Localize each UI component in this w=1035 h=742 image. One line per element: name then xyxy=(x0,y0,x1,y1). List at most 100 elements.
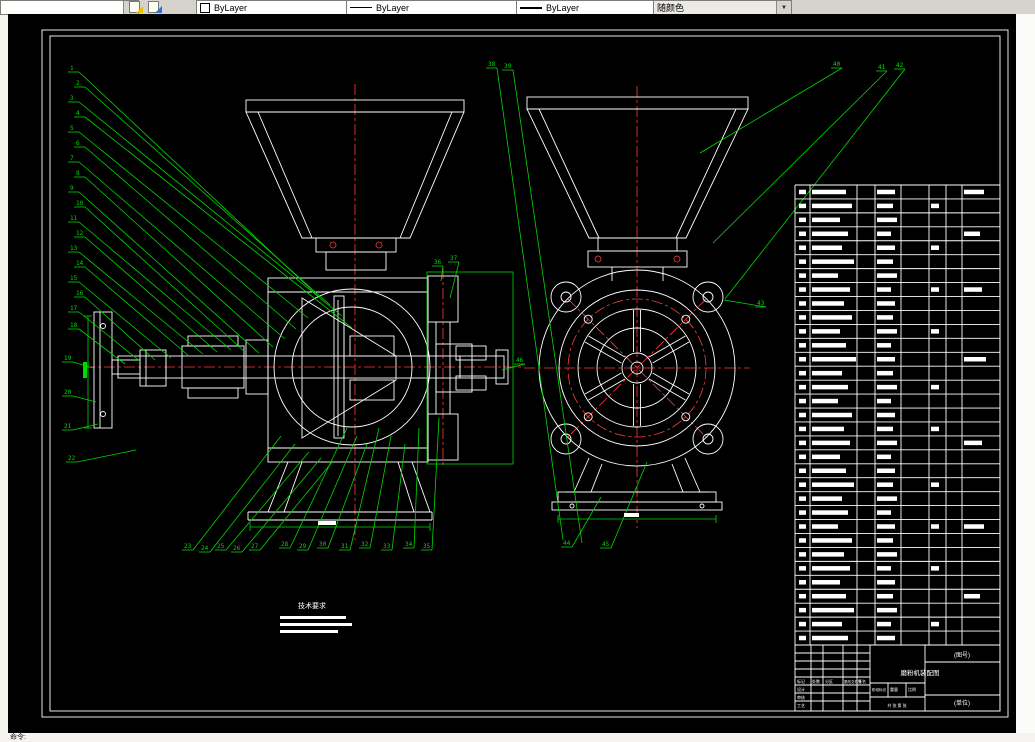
drawing-canvas[interactable]: 1 2 3 4 5 6 7 8 9 10 11 12 13 14 15 16 17 18 19 20 21 22 23 24 2… xyxy=(8,14,1016,733)
leader-line[interactable] xyxy=(192,435,282,551)
part-balloon-number[interactable]: 10 xyxy=(76,200,84,207)
part-balloon-number[interactable]: 8 xyxy=(76,170,80,177)
part-balloon-number[interactable]: 25 xyxy=(217,543,225,550)
leader-line[interactable] xyxy=(349,427,380,551)
layer-previous-icon[interactable] xyxy=(146,0,162,13)
part-balloon-number[interactable]: 41 xyxy=(878,64,886,71)
leader-line[interactable] xyxy=(78,131,309,319)
part-balloon-number[interactable]: 23 xyxy=(184,543,192,550)
part-balloon-number[interactable]: 28 xyxy=(281,541,289,548)
part-balloon-number[interactable]: 45 xyxy=(602,541,610,548)
leader-line[interactable] xyxy=(225,451,310,551)
part-balloon-number[interactable]: 7 xyxy=(70,155,74,162)
part-balloon-number[interactable]: 11 xyxy=(70,215,78,222)
part-balloon-number[interactable]: 6 xyxy=(76,140,80,147)
part-balloon-number[interactable]: 20 xyxy=(64,389,72,396)
leader-line[interactable] xyxy=(84,206,246,353)
leader-line[interactable] xyxy=(84,146,297,330)
color-control-combo[interactable]: ByLayer ▼ xyxy=(196,0,362,15)
leader-line[interactable] xyxy=(84,296,156,361)
leader-line[interactable] xyxy=(84,236,218,353)
part-balloon-number[interactable]: 18 xyxy=(70,322,78,329)
part-balloon-number[interactable]: 26 xyxy=(233,545,241,552)
lineweight-control-combo[interactable]: ByLayer ▼ xyxy=(516,0,669,15)
part-balloon-number[interactable]: 17 xyxy=(70,305,78,312)
part-balloon-number[interactable]: 27 xyxy=(251,543,259,550)
leader-line[interactable] xyxy=(307,435,358,551)
part-balloon-number[interactable]: 2 xyxy=(76,80,80,87)
leader-line[interactable] xyxy=(78,191,260,354)
impeller-spoke[interactable] xyxy=(584,372,622,395)
impeller-spoke[interactable] xyxy=(588,378,626,401)
leader-line[interactable] xyxy=(610,461,648,549)
command-prompt[interactable]: 命令: xyxy=(10,734,26,741)
part-balloon-number[interactable]: 15 xyxy=(70,275,78,282)
linetype-control-combo[interactable]: ByLayer ▼ xyxy=(346,0,532,15)
dimensions[interactable] xyxy=(83,315,717,531)
leader-line[interactable] xyxy=(699,67,843,154)
leader-line[interactable] xyxy=(289,427,348,549)
parts-list-table[interactable] xyxy=(794,184,1001,646)
pulley-section[interactable] xyxy=(426,271,514,465)
title-block[interactable]: (图号)磨粉机装配图(单位)共 张 第 张阶段标记 重量 比例标记 处数 分区 更改文件号… xyxy=(794,644,1001,712)
leader-line[interactable] xyxy=(431,417,440,551)
impeller-spoke[interactable] xyxy=(648,378,686,401)
leader-line[interactable] xyxy=(78,328,126,365)
left-view-section[interactable] xyxy=(93,99,514,521)
part-balloon-number[interactable]: 22 xyxy=(68,455,76,462)
part-balloon-number[interactable]: 37 xyxy=(450,255,458,262)
part-balloon-number[interactable]: 42 xyxy=(896,62,904,69)
part-balloon-number[interactable]: 3 xyxy=(70,95,74,102)
leader-line[interactable] xyxy=(391,443,406,551)
dropdown-arrow-icon[interactable]: ▼ xyxy=(776,1,791,14)
impeller-spoke[interactable] xyxy=(588,335,626,358)
leader-line[interactable] xyxy=(78,281,172,359)
layer-control-combo[interactable]: ▼ xyxy=(0,0,139,15)
cad-drawing[interactable]: 1234567891011121314151617181920212223 24 2… xyxy=(8,14,1016,733)
part-balloon-number[interactable]: 13 xyxy=(70,245,78,252)
part-balloon-number[interactable]: 40 xyxy=(833,61,841,68)
part-balloon-number[interactable]: 46 xyxy=(516,357,524,364)
part-balloon-number[interactable]: 34 xyxy=(405,541,413,548)
part-balloon-number[interactable]: 12 xyxy=(76,230,84,237)
leader-line[interactable] xyxy=(413,427,420,549)
inlet-flange[interactable] xyxy=(93,311,113,429)
part-balloon-number[interactable]: 43 xyxy=(757,300,765,307)
impeller-spoke[interactable] xyxy=(652,372,690,395)
impeller-spoke[interactable] xyxy=(648,335,686,358)
part-balloon-number[interactable]: 29 xyxy=(299,543,307,550)
part-balloon-number[interactable]: 16 xyxy=(76,290,84,297)
part-balloon-number[interactable]: 44 xyxy=(563,540,571,547)
leader-line[interactable] xyxy=(76,449,137,463)
part-balloon-number[interactable]: 19 xyxy=(64,355,72,362)
part-balloon-number[interactable]: 4 xyxy=(76,110,80,117)
plotstyle-control-combo[interactable]: 随颜色 ▼ xyxy=(653,0,792,15)
part-balloon-number[interactable]: 24 xyxy=(201,545,209,552)
right-view-front[interactable] xyxy=(526,96,749,511)
part-balloon-number[interactable]: 9 xyxy=(70,185,74,192)
leader-line[interactable] xyxy=(72,395,97,403)
leader-line[interactable] xyxy=(241,457,322,553)
part-balloon-number[interactable]: 39 xyxy=(504,63,512,70)
hopper-right[interactable] xyxy=(526,96,749,281)
part-balloon-number[interactable]: 21 xyxy=(64,423,72,430)
part-balloon-number[interactable]: 36 xyxy=(434,259,442,266)
impeller-spoke[interactable] xyxy=(652,341,690,364)
part-balloon-number[interactable]: 31 xyxy=(341,543,349,550)
leader-line[interactable] xyxy=(327,443,368,549)
leader-line[interactable] xyxy=(512,69,583,544)
part-leaders[interactable]: 1234567891011121314151617181920212223 24 2… xyxy=(62,61,906,553)
impeller-spoke[interactable] xyxy=(584,341,622,364)
part-balloon-number[interactable]: 32 xyxy=(361,541,369,548)
part-balloon-number[interactable]: 38 xyxy=(488,61,496,68)
leader-line[interactable] xyxy=(209,443,296,553)
leader-line[interactable] xyxy=(78,101,343,317)
part-balloon-number[interactable]: 33 xyxy=(383,543,391,550)
part-balloon-number[interactable]: 5 xyxy=(70,125,74,132)
part-balloon-number[interactable]: 14 xyxy=(76,260,84,267)
leader-line[interactable] xyxy=(724,68,906,300)
part-balloon-number[interactable]: 35 xyxy=(423,543,431,550)
leader-line[interactable] xyxy=(84,116,353,329)
drawing-frame[interactable] xyxy=(41,29,1009,718)
part-balloon-number[interactable]: 1 xyxy=(70,65,74,72)
